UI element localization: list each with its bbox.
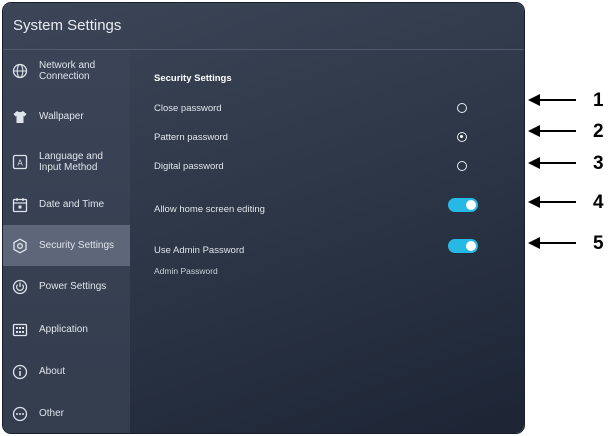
digital-password-radio[interactable] bbox=[457, 161, 467, 171]
callout-2: 2 bbox=[528, 121, 608, 142]
callout-1: 1 bbox=[528, 90, 608, 111]
close-password-radio[interactable] bbox=[457, 103, 467, 113]
globe-icon bbox=[12, 63, 28, 78]
shirt-icon bbox=[13, 110, 27, 123]
callout-number: 5 bbox=[593, 233, 604, 254]
sidebar-item-date-time[interactable]: Date and Time bbox=[3, 184, 130, 225]
arrow-left-icon bbox=[528, 157, 576, 169]
calendar-icon bbox=[12, 197, 28, 212]
sidebar-item-about[interactable]: About bbox=[3, 351, 130, 392]
arrow-left-icon bbox=[528, 94, 576, 106]
sidebar-item-application[interactable]: Application bbox=[3, 309, 130, 350]
toggle-knob bbox=[466, 241, 476, 251]
sidebar-item-label: Other bbox=[39, 408, 65, 419]
sidebar-item-label: Network and Connection bbox=[39, 59, 96, 82]
sidebar: Network and Connection Wallpaper A Langu… bbox=[3, 50, 130, 433]
callout-3: 3 bbox=[528, 153, 608, 174]
more-icon bbox=[12, 406, 28, 421]
allow-home-screen-editing-toggle[interactable] bbox=[448, 198, 478, 212]
use-admin-password-toggle[interactable] bbox=[448, 239, 478, 253]
allow-home-screen-editing-label: Allow home screen editing bbox=[154, 204, 265, 215]
settings-window: System Settings Network and Connection W… bbox=[3, 3, 524, 433]
callout-number: 4 bbox=[593, 192, 604, 213]
close-password-label: Close password bbox=[154, 103, 222, 114]
callout-number: 1 bbox=[593, 90, 604, 111]
callout-5: 5 bbox=[528, 233, 608, 254]
sidebar-item-label: Language and Input Method bbox=[39, 150, 103, 173]
sidebar-item-security[interactable]: Security Settings bbox=[3, 225, 130, 266]
section-title: Security Settings bbox=[154, 73, 232, 84]
arrow-left-icon bbox=[528, 196, 576, 208]
power-icon bbox=[12, 279, 28, 294]
sidebar-item-wallpaper[interactable]: Wallpaper bbox=[3, 96, 130, 137]
digital-password-label: Digital password bbox=[154, 161, 224, 172]
sidebar-item-label: About bbox=[39, 366, 66, 377]
app-grid-icon bbox=[12, 323, 28, 336]
sidebar-item-label: Wallpaper bbox=[39, 111, 84, 122]
callout-4: 4 bbox=[528, 192, 608, 213]
window-title: System Settings bbox=[13, 17, 122, 34]
info-icon bbox=[12, 364, 28, 379]
sidebar-item-language[interactable]: A Language and Input Method bbox=[3, 141, 130, 182]
svg-text:A: A bbox=[17, 158, 23, 167]
sidebar-item-network[interactable]: Network and Connection bbox=[3, 50, 130, 91]
use-admin-password-label: Use Admin Password bbox=[154, 245, 245, 256]
sidebar-item-label: Date and Time bbox=[39, 199, 105, 210]
sidebar-item-label: Security Settings bbox=[39, 240, 115, 251]
sidebar-item-other[interactable]: Other bbox=[3, 393, 130, 433]
pattern-password-label: Pattern password bbox=[154, 132, 228, 143]
arrow-left-icon bbox=[528, 125, 576, 137]
admin-password-sublabel: Admin Password bbox=[154, 266, 218, 276]
sidebar-item-label: Power Settings bbox=[39, 281, 107, 292]
sidebar-item-power[interactable]: Power Settings bbox=[3, 266, 130, 307]
arrow-left-icon bbox=[528, 237, 576, 249]
callout-number: 2 bbox=[593, 121, 604, 142]
toggle-knob bbox=[466, 200, 476, 210]
keyboard-a-icon: A bbox=[12, 154, 28, 169]
callout-number: 3 bbox=[593, 153, 604, 174]
security-settings-panel: Security Settings Close password Pattern… bbox=[130, 50, 524, 433]
sidebar-item-label: Application bbox=[39, 324, 88, 335]
pattern-password-radio[interactable] bbox=[457, 132, 467, 142]
shield-gear-icon bbox=[13, 237, 27, 254]
